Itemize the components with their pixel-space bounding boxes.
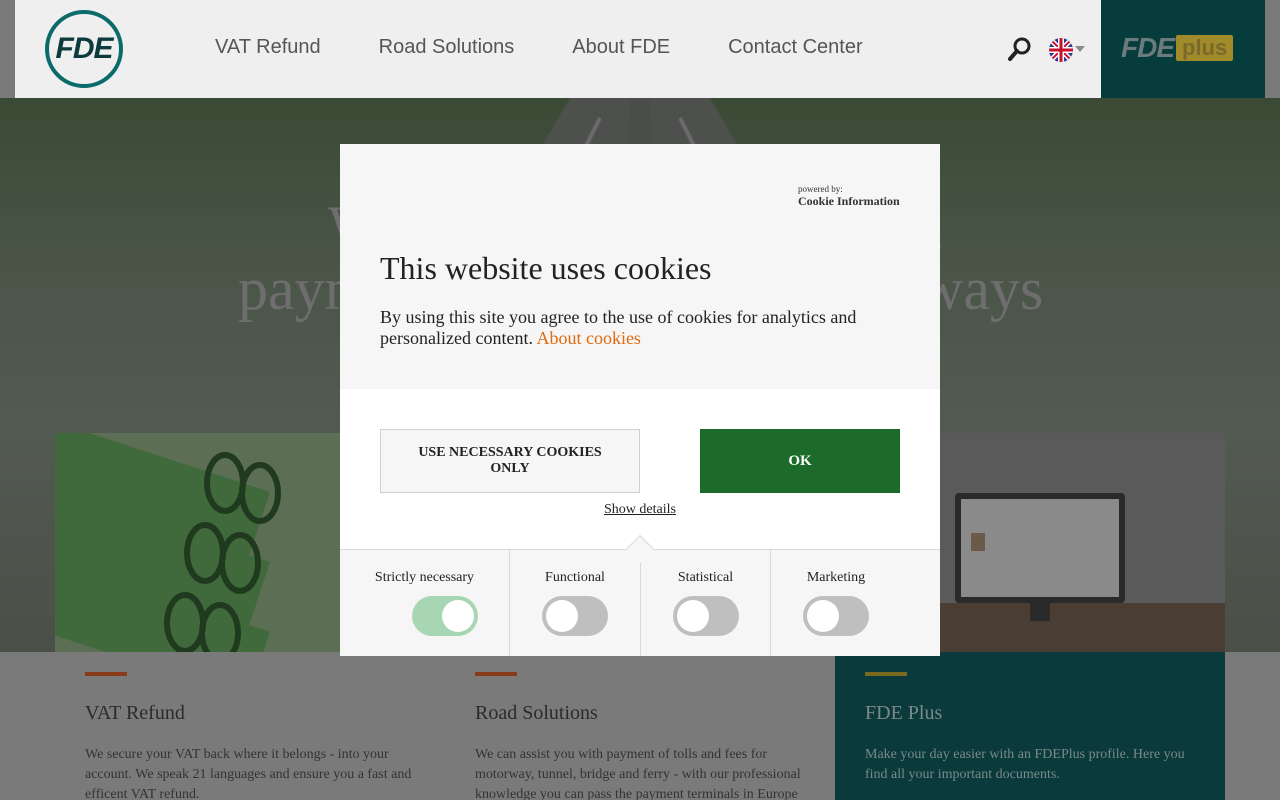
category-statistical: Statistical [641,550,771,656]
cookie-consent-dialog: powered by: Cookie Information This webs… [340,144,940,656]
fdeplus-logo: FDE plus [1121,32,1234,64]
toggle-knob [546,600,578,632]
category-marketing: Marketing [771,550,940,656]
functional-toggle[interactable] [542,596,608,636]
fdeplus-logo-plus: plus [1176,35,1234,61]
card-text: We can assist you with payment of tolls … [475,747,801,800]
cookie-information-logo: Cookie Information [798,194,900,208]
nav-road-solutions[interactable]: Road Solutions [379,36,515,59]
card-road-solutions[interactable]: Road Solutions We can assist you with pa… [445,652,835,800]
toggle-knob [807,600,839,632]
uk-flag-icon[interactable] [1049,38,1073,62]
toggle-knob [442,600,474,632]
show-details-link[interactable]: Show details [340,502,940,518]
card-title[interactable]: FDE Plus [865,702,1195,725]
fde-logo[interactable]: FDE [45,10,123,88]
nav-vat-refund[interactable]: VAT Refund [215,36,321,59]
cookie-dialog-text: By using this site you agree to the use … [380,307,900,349]
cookie-dialog-actions: USE NECESSARY COOKIES ONLY OK Show detai… [340,389,940,656]
chevron-down-icon[interactable] [1075,46,1085,52]
card-title[interactable]: VAT Refund [85,702,415,725]
card-accent-bar [85,672,127,676]
category-label: Strictly necessary [374,570,475,585]
powered-by: powered by: Cookie Information [798,184,900,209]
cookie-dialog-header: powered by: Cookie Information This webs… [340,144,940,389]
main-nav: VAT Refund Road Solutions About FDE Cont… [215,36,921,59]
card-vat-refund[interactable]: VAT Refund We secure your VAT back where… [55,652,445,800]
about-cookies-link[interactable]: About cookies [536,328,640,348]
card-text: Make your day easier with an FDEPlus pro… [865,747,1185,782]
marketing-toggle[interactable] [803,596,869,636]
ok-button[interactable]: OK [700,429,900,493]
use-necessary-cookies-button[interactable]: USE NECESSARY COOKIES ONLY [380,429,640,493]
cookie-dialog-title: This website uses cookies [380,250,712,286]
nav-about-fde[interactable]: About FDE [572,36,670,59]
logo-text: FDE [55,32,114,65]
strictly-necessary-toggle[interactable] [412,596,478,636]
card-text: We secure your VAT back where it belongs… [85,747,412,800]
card-fde-plus[interactable]: FDE Plus Make your day easier with an FD… [835,652,1225,800]
category-label: Functional [545,570,605,585]
statistical-toggle[interactable] [673,596,739,636]
toggle-knob [677,600,709,632]
fdeplus-header-link[interactable]: FDE plus [1101,0,1265,98]
category-functional: Functional [510,550,641,656]
cookie-category-toggles: Strictly necessary Functional Statistica… [340,549,940,656]
powered-by-label: powered by: [798,184,843,194]
card-accent-bar [475,672,517,676]
category-label: Marketing [806,570,866,585]
search-icon[interactable] [1007,36,1033,62]
site-header: FDE VAT Refund Road Solutions About FDE … [15,0,1101,98]
category-strictly-necessary: Strictly necessary [340,550,510,656]
card-title[interactable]: Road Solutions [475,702,805,725]
card-accent-bar [865,672,907,676]
fdeplus-logo-fde: FDE [1121,32,1175,63]
category-label: Statistical [677,570,734,585]
nav-contact-center[interactable]: Contact Center [728,36,863,59]
